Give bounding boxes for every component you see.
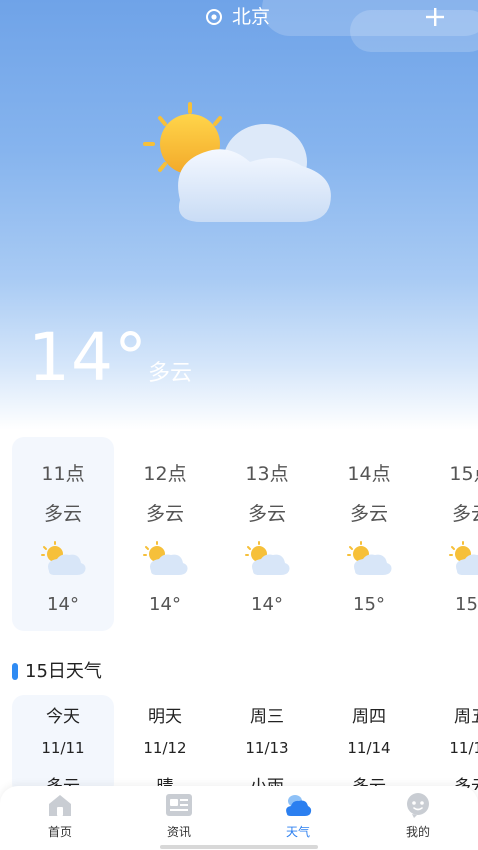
tab-weather[interactable]: 天气 xyxy=(248,786,348,850)
hourly-temp: 15° xyxy=(455,594,478,615)
daily-item[interactable]: 周五 11/15 多云 xyxy=(420,695,478,790)
city-name[interactable]: 北京 xyxy=(232,5,270,29)
day-name: 周五 xyxy=(454,707,478,727)
add-city-button[interactable] xyxy=(422,4,448,30)
section-title: 15日天气 xyxy=(25,661,102,682)
daily-item[interactable]: 周四 11/14 多云 xyxy=(318,695,420,790)
tab-label: 首页 xyxy=(47,825,72,839)
partly-cloudy-icon xyxy=(449,541,478,575)
tab-profile[interactable]: 我的 xyxy=(368,786,468,850)
hourly-condition: 多云 xyxy=(247,503,286,525)
hourly-item[interactable]: 11点 多云 14° xyxy=(12,437,114,631)
tab-label: 资讯 xyxy=(166,825,191,839)
day-date: 11/11 xyxy=(41,739,85,757)
hourly-time: 15点 xyxy=(449,463,478,485)
current-condition: 多云 xyxy=(148,361,193,386)
hourly-temp: 14° xyxy=(47,594,79,615)
partly-cloudy-icon xyxy=(41,541,86,575)
daily-item[interactable]: 周三 11/13 小雨 xyxy=(216,695,318,790)
hourly-condition: 多云 xyxy=(451,503,478,525)
daily-item[interactable]: 今天 11/11 多云 xyxy=(12,695,114,790)
day-name: 今天 xyxy=(46,707,80,727)
tab-news[interactable]: 资讯 xyxy=(129,786,229,850)
partly-cloudy-icon xyxy=(245,541,290,575)
day-date: 11/14 xyxy=(347,739,391,757)
daily-item[interactable]: 明天 11/12 晴 xyxy=(114,695,216,790)
tab-home[interactable]: 首页 xyxy=(10,786,110,850)
day-name: 周四 xyxy=(352,707,386,727)
tab-label: 天气 xyxy=(285,825,310,839)
weather-cloud-icon xyxy=(286,795,312,816)
partly-cloudy-icon xyxy=(347,541,392,575)
hourly-item[interactable]: 14点 多云 15° xyxy=(318,437,420,631)
weather-app: 北京 14° 多云 11点 多云 14° 12点 多云 14° 13点 多云 1… xyxy=(0,0,478,850)
profile-icon xyxy=(407,793,429,818)
news-icon xyxy=(166,794,192,816)
hourly-forecast[interactable]: 11点 多云 14° 12点 多云 14° 13点 多云 14° 14点 多云 … xyxy=(12,437,478,633)
day-date: 11/12 xyxy=(143,739,187,757)
top-bar: 北京 xyxy=(0,0,478,36)
tab-label: 我的 xyxy=(405,825,430,839)
day-name: 周三 xyxy=(250,707,284,727)
hourly-condition: 多云 xyxy=(145,503,184,525)
hourly-time: 13点 xyxy=(245,463,289,485)
hourly-time: 14点 xyxy=(347,463,391,485)
day-date: 11/15 xyxy=(449,739,478,757)
hourly-item[interactable]: 12点 多云 14° xyxy=(114,437,216,631)
bottom-tab-bar: 首页 资讯 天气 我的 xyxy=(0,786,478,850)
hero-panel: 北京 14° 多云 xyxy=(0,0,478,430)
day-date: 11/13 xyxy=(245,739,289,757)
hourly-item[interactable]: 15点 多云 15° xyxy=(420,437,478,631)
section-marker xyxy=(12,663,18,680)
current-temperature: 14° xyxy=(28,319,148,396)
home-indicator xyxy=(160,845,318,849)
hourly-item[interactable]: 13点 多云 14° xyxy=(216,437,318,631)
daily-forecast[interactable]: 今天 11/11 多云 明天 11/12 晴 周三 11/13 小雨 周四 11… xyxy=(12,695,478,790)
hourly-temp: 14° xyxy=(149,594,181,615)
hourly-time: 12点 xyxy=(143,463,187,485)
hourly-temp: 15° xyxy=(353,594,385,615)
hourly-condition: 多云 xyxy=(43,503,82,525)
hourly-temp: 14° xyxy=(251,594,283,615)
sun-behind-cloud-icon xyxy=(143,102,331,222)
hourly-time: 11点 xyxy=(41,463,85,485)
location-pin-icon xyxy=(206,9,222,25)
day-name: 明天 xyxy=(148,707,182,727)
partly-cloudy-icon xyxy=(143,541,188,575)
home-icon xyxy=(49,795,71,816)
hourly-condition: 多云 xyxy=(349,503,388,525)
